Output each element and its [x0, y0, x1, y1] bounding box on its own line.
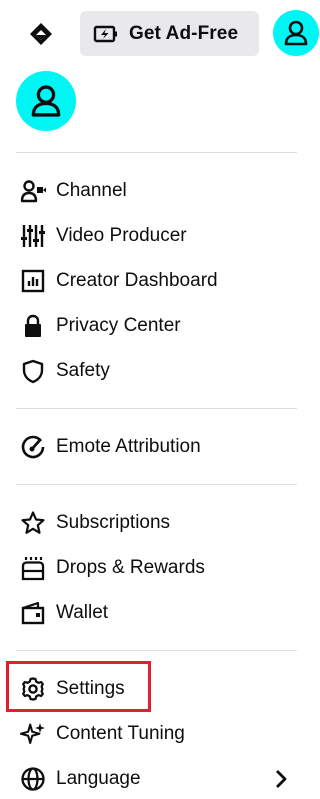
globe-icon — [20, 766, 46, 792]
avatar-button[interactable] — [273, 10, 319, 56]
menu-item-safety[interactable]: Safety — [10, 351, 300, 391]
dashboard-icon — [20, 268, 46, 294]
gauge-icon — [20, 434, 46, 460]
menu-item-wallet[interactable]: Wallet — [10, 593, 300, 633]
menu-item-language[interactable]: Language — [10, 759, 300, 799]
menu-item-video-producer[interactable]: Video Producer — [10, 216, 300, 256]
menu-item-label: Video Producer — [56, 225, 187, 246]
menu-item-label: Content Tuning — [56, 723, 185, 744]
menu-item-drops-rewards[interactable]: Drops & Rewards — [10, 548, 300, 588]
get-ad-free-label: Get Ad-Free — [129, 22, 239, 44]
menu-item-label: Wallet — [56, 602, 109, 623]
top-bar: Get Ad-Free — [0, 0, 319, 64]
divider — [16, 152, 297, 153]
divider — [16, 650, 297, 651]
menu-item-label: Emote Attribution — [56, 436, 201, 457]
get-ad-free-button[interactable]: Get Ad-Free — [80, 11, 259, 56]
chevron-right-icon — [270, 768, 292, 790]
menu-item-content-tuning[interactable]: Content Tuning — [10, 714, 300, 754]
profile-avatar[interactable] — [16, 71, 76, 131]
menu-item-label: Privacy Center — [56, 315, 181, 336]
prime-crown-icon[interactable] — [28, 21, 54, 47]
gift-icon — [20, 555, 46, 581]
battery-bolt-icon — [93, 21, 119, 47]
user-icon — [284, 20, 308, 46]
settings-highlight-box — [6, 661, 151, 712]
menu-item-label: Drops & Rewards — [56, 557, 205, 578]
lock-icon — [20, 313, 46, 339]
menu-item-label: Language — [56, 768, 141, 789]
menu-item-emote-attribution[interactable]: Emote Attribution — [10, 427, 300, 467]
menu-item-subscriptions[interactable]: Subscriptions — [10, 503, 300, 543]
menu-item-label: Subscriptions — [56, 512, 171, 533]
channel-icon — [20, 178, 46, 204]
menu-item-privacy-center[interactable]: Privacy Center — [10, 306, 300, 346]
menu-item-creator-dashboard[interactable]: Creator Dashboard — [10, 261, 300, 301]
menu-item-label: Creator Dashboard — [56, 270, 218, 291]
divider — [16, 484, 297, 485]
divider — [16, 408, 297, 409]
wallet-icon — [20, 600, 46, 626]
star-icon — [20, 510, 46, 536]
menu-item-label: Safety — [56, 360, 110, 381]
shield-icon — [20, 358, 46, 384]
sparkle-icon — [20, 721, 46, 747]
menu-item-label: Channel — [56, 180, 127, 201]
sliders-icon — [20, 223, 46, 249]
menu-item-channel[interactable]: Channel — [10, 171, 300, 211]
user-icon — [31, 85, 61, 117]
